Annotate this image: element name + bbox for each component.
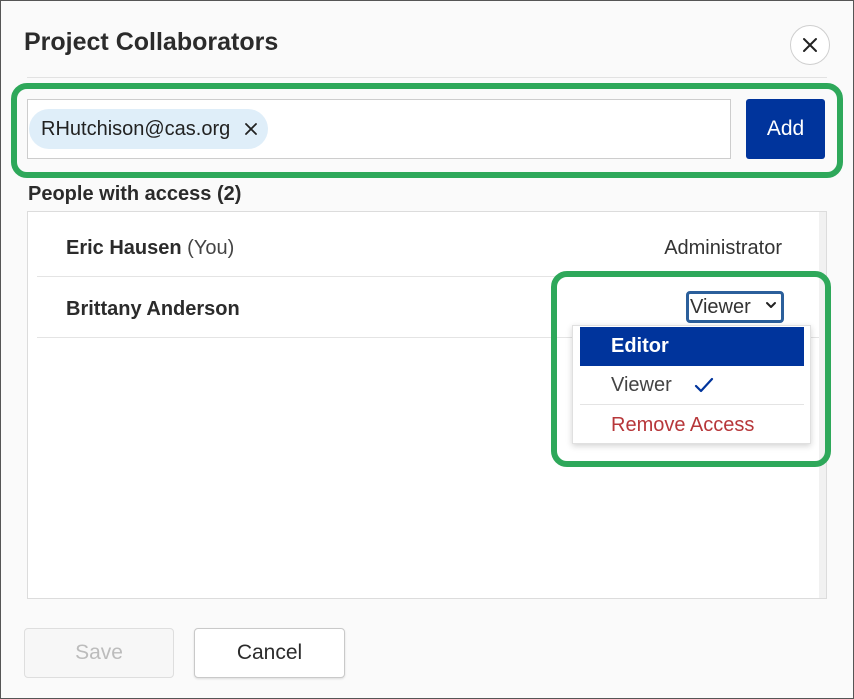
email-chip: RHutchison@cas.org: [29, 109, 269, 149]
person-name: Brittany Anderson: [66, 298, 240, 320]
people-with-access-heading: People with access (2): [28, 183, 242, 205]
remove-chip-button[interactable]: [244, 122, 258, 136]
list-scrollbar[interactable]: [819, 212, 826, 598]
close-button[interactable]: [790, 25, 830, 65]
title-divider: [27, 77, 827, 78]
menu-item-remove-access[interactable]: Remove Access: [580, 406, 804, 445]
collaborators-dialog: Project Collaborators RHutchison@cas.org…: [0, 0, 854, 699]
checkmark-icon: [694, 376, 714, 394]
person-row: Eric Hausen (You) Administrator: [37, 217, 819, 277]
add-button[interactable]: Add: [746, 99, 825, 159]
role-dropdown-menu: Editor Viewer Remove Access: [572, 325, 811, 444]
close-icon: [803, 38, 817, 52]
role-select-value: Viewer: [690, 295, 751, 318]
cancel-button[interactable]: Cancel: [194, 628, 345, 678]
role-select[interactable]: Viewer: [686, 291, 784, 323]
menu-item-editor[interactable]: Editor: [580, 327, 804, 366]
person-name: Eric Hausen (You): [66, 237, 235, 259]
dialog-title: Project Collaborators: [24, 28, 279, 56]
save-button[interactable]: Save: [24, 628, 174, 678]
email-chip-label: RHutchison@cas.org: [41, 117, 231, 140]
menu-item-viewer[interactable]: Viewer: [580, 366, 804, 405]
you-tag: (You): [187, 237, 235, 259]
person-role: Administrator: [664, 237, 782, 259]
chevron-down-icon: [766, 302, 776, 308]
remove-chip-icon: [245, 123, 258, 135]
invite-email-input[interactable]: RHutchison@cas.org: [27, 99, 731, 159]
